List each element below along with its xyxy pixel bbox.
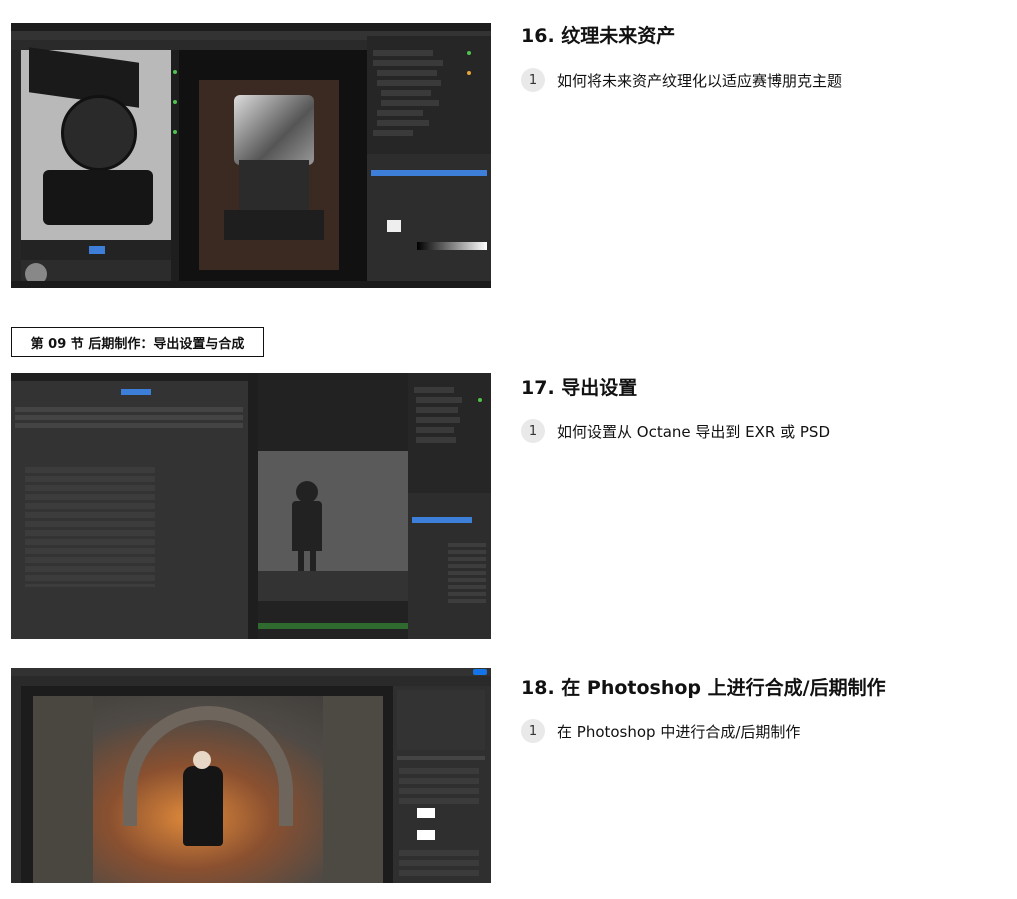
live-viewer [179,50,367,288]
object-manager [367,36,491,154]
item-number-badge: 1 [521,68,545,92]
attribute-manager [367,154,491,288]
timeline [21,240,171,260]
chapter-heading: 第 09 节 后期制作：导出设置与合成 [11,327,264,357]
section-18-item: 1 在 Photoshop 中进行合成/后期制作 [521,719,800,743]
attribute-manager [408,493,491,639]
c4d-texturing-screenshot [11,23,491,288]
octane-export-screenshot [11,373,491,639]
item-text: 如何设置从 Octane 导出到 EXR 或 PSD [557,422,830,441]
title-bar [11,23,491,31]
section-18-title: 18. 在 Photoshop 上进行合成/后期制作 [521,677,886,699]
item-text: 在 Photoshop 中进行合成/后期制作 [557,722,801,741]
section-17-title: 17. 导出设置 [521,377,638,399]
object-manager [408,373,491,493]
ps-toolbar [11,686,21,883]
item-number-badge: 1 [521,719,545,743]
section-17-item: 1 如何设置从 Octane 导出到 EXR 或 PSD [521,419,830,443]
photoshop-compositing-screenshot [11,668,491,883]
ps-menu-bar [11,668,491,676]
item-number-badge: 1 [521,419,545,443]
tool-column [11,50,21,288]
octane-toolbar [171,50,179,288]
viewport-left [21,47,171,240]
live-viewer [258,373,408,639]
render-settings-dialog [11,373,248,639]
ps-layers-panel [393,686,491,883]
ps-canvas [21,686,393,883]
status-bar [11,281,491,288]
ps-options-bar [11,676,491,686]
section-16-item: 1 如何将未来资产纹理化以适应赛博朋克主题 [521,68,842,92]
item-text: 如何将未来资产纹理化以适应赛博朋克主题 [557,71,843,90]
section-16-title: 16. 纹理未来资产 [521,25,676,47]
